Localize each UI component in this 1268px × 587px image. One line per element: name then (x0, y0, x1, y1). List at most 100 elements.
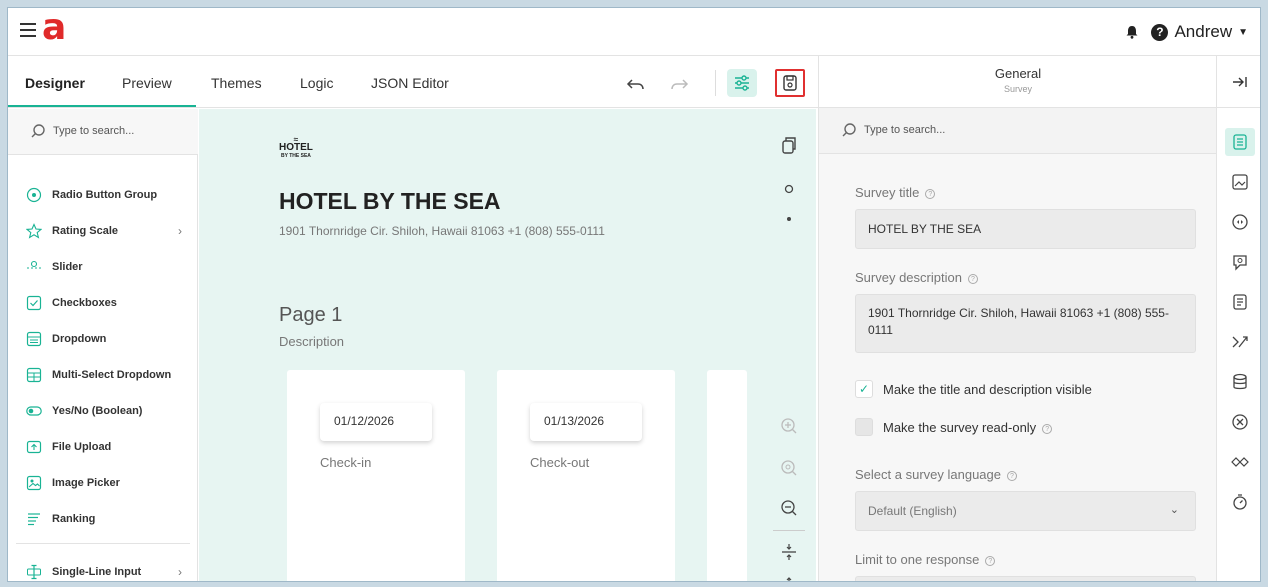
language-select-value: Default (English) (868, 504, 957, 518)
tab-preview[interactable]: Preview (122, 75, 172, 91)
save-survey-button[interactable] (775, 69, 805, 97)
question-title[interactable]: Check-in (320, 455, 371, 470)
chevron-down-icon[interactable]: ▼ (1238, 27, 1248, 38)
close-circle-icon[interactable] (1230, 412, 1250, 432)
toolbox-item-label: Dropdown (52, 333, 107, 345)
question-card-check-in[interactable]: 01/12/2026 Check-in (287, 370, 465, 581)
date-input[interactable]: 01/12/2026 (320, 403, 432, 441)
toolbox-item-label: Checkboxes (52, 297, 117, 309)
logo-image-icon[interactable] (1230, 172, 1250, 192)
side-toolbar-divider (773, 530, 805, 531)
readonly-checkbox-label[interactable]: Make the survey read-only (883, 420, 1036, 435)
property-grid-panel: General Survey Type to search... Survey … (818, 56, 1217, 581)
toolbox-item-image-picker[interactable]: Image Picker (26, 473, 186, 493)
chevron-down-icon[interactable]: ⌄ (1170, 503, 1179, 516)
zoom-out-icon[interactable] (779, 498, 799, 518)
question-card-check-out[interactable]: 01/13/2026 Check-out (497, 370, 675, 581)
toolbox-item-dropdown[interactable]: Dropdown (26, 329, 186, 349)
toolbox-item-ranking[interactable]: Ranking (26, 509, 186, 529)
survey-description-label: Survey description? (855, 270, 978, 285)
redo-icon[interactable] (668, 73, 690, 95)
page-title[interactable]: Page 1 (279, 304, 342, 327)
survey-title-field[interactable]: HOTEL BY THE SEA (855, 209, 1196, 249)
toolbox-divider (16, 543, 190, 544)
date-input[interactable]: 01/13/2026 (530, 403, 642, 441)
logic-icon[interactable] (1230, 332, 1250, 352)
zoom-reset-icon[interactable] (779, 458, 799, 478)
timer-icon[interactable] (1230, 492, 1250, 512)
visible-checkbox-label[interactable]: Make the title and description visible (883, 382, 1092, 397)
survey-title[interactable]: HOTEL BY THE SEA (279, 188, 501, 215)
general-icon[interactable] (1230, 132, 1250, 152)
logo-text-line1: HOTEL (279, 142, 313, 153)
logo-text-line2: BY THE SEA (280, 153, 311, 159)
user-menu[interactable]: ? Andrew ▼ (1125, 22, 1248, 42)
question-card-partial[interactable] (707, 370, 747, 581)
rail-header (1217, 56, 1260, 108)
hamburger-icon[interactable] (20, 23, 36, 37)
survey-description-field[interactable]: 1901 Thornridge Cir. Shiloh, Hawaii 8106… (855, 294, 1196, 353)
undo-icon[interactable] (625, 73, 647, 95)
slider-icon (27, 260, 41, 269)
readonly-checkbox[interactable] (855, 418, 873, 436)
toolbox-item-checkboxes[interactable]: Checkboxes (26, 293, 186, 313)
settings-toggle-button[interactable] (727, 69, 757, 97)
property-search[interactable]: Type to search... (819, 108, 1217, 154)
tab-themes[interactable]: Themes (211, 75, 262, 91)
chevron-right-icon[interactable]: › (178, 224, 182, 238)
validation-icon[interactable] (1230, 452, 1250, 472)
toolbox-search[interactable]: Type to search... (8, 109, 198, 155)
toolbox-item-label: File Upload (52, 441, 112, 453)
help-icon[interactable]: ? (925, 189, 936, 199)
collapse-panel-icon[interactable] (1230, 72, 1250, 92)
question-settings-icon[interactable] (1230, 252, 1250, 272)
toolbox-item-boolean[interactable]: Yes/No (Boolean) (26, 401, 186, 421)
save-icon (783, 75, 797, 91)
designer-tabs-bar: Designer Preview Themes Logic JSON Edito… (8, 56, 818, 108)
language-select[interactable]: Default (English) ⌄ (855, 491, 1196, 531)
collapse-all-icon[interactable] (779, 542, 799, 562)
navigation-icon[interactable] (1230, 212, 1250, 232)
toolbox-search-placeholder[interactable]: Type to search... (53, 125, 134, 137)
copy-icon[interactable] (779, 135, 799, 155)
expand-all-icon[interactable] (779, 574, 799, 582)
question-title[interactable]: Check-out (530, 455, 589, 470)
help-icon[interactable]: ? (1006, 471, 1017, 481)
page-description[interactable]: Description (279, 334, 344, 349)
app-logo[interactable]: a (42, 8, 66, 48)
dot-icon[interactable] (779, 209, 799, 229)
toolbox-item-radio[interactable]: Radio Button Group (26, 185, 186, 205)
help-icon[interactable]: ? (967, 274, 978, 284)
bell-icon[interactable] (1125, 25, 1139, 39)
limit-response-field[interactable] (855, 576, 1196, 581)
search-icon (842, 123, 856, 137)
survey-logo[interactable]: ≈ HOTEL BY THE SEA (279, 136, 313, 160)
toolbox-item-rating[interactable]: Rating Scale › (26, 221, 186, 241)
tab-designer[interactable]: Designer (25, 75, 85, 91)
help-icon[interactable]: ? (1151, 23, 1169, 41)
toolbox-item-multiselect[interactable]: Multi-Select Dropdown (26, 365, 186, 385)
tab-json-editor[interactable]: JSON Editor (371, 75, 449, 91)
survey-description[interactable]: 1901 Thornridge Cir. Shiloh, Hawaii 8106… (279, 224, 605, 238)
visible-checkbox[interactable]: ✓ (855, 380, 873, 398)
help-icon[interactable]: ? (1042, 423, 1053, 434)
property-grid-title: General (994, 66, 1042, 81)
pages-icon[interactable] (1230, 292, 1250, 312)
visible-checkbox-row[interactable]: ✓ Make the title and description visible (855, 380, 1092, 398)
help-icon[interactable]: ? (985, 556, 996, 566)
toolbox-item-slider[interactable]: Slider (26, 257, 186, 277)
zoom-in-icon[interactable] (779, 416, 799, 436)
toolbox-item-label: Radio Button Group (52, 189, 158, 201)
chevron-right-icon[interactable]: › (178, 565, 182, 579)
tab-logic[interactable]: Logic (300, 75, 333, 91)
toolbox-item-file-upload[interactable]: File Upload (26, 437, 186, 457)
readonly-checkbox-row[interactable]: Make the survey read-only ? (855, 418, 1053, 436)
circle-outline-icon[interactable] (779, 179, 799, 199)
property-search-placeholder[interactable]: Type to search... (864, 124, 945, 136)
toolbox-panel: Type to search... Radio Button Group Rat… (8, 109, 198, 581)
user-name[interactable]: Andrew (1174, 22, 1232, 42)
database-icon[interactable] (1230, 372, 1250, 392)
dropdown-icon (26, 331, 42, 347)
upload-icon (26, 440, 42, 454)
toolbox-item-single-line-input[interactable]: Single-Line Input › (26, 562, 186, 581)
